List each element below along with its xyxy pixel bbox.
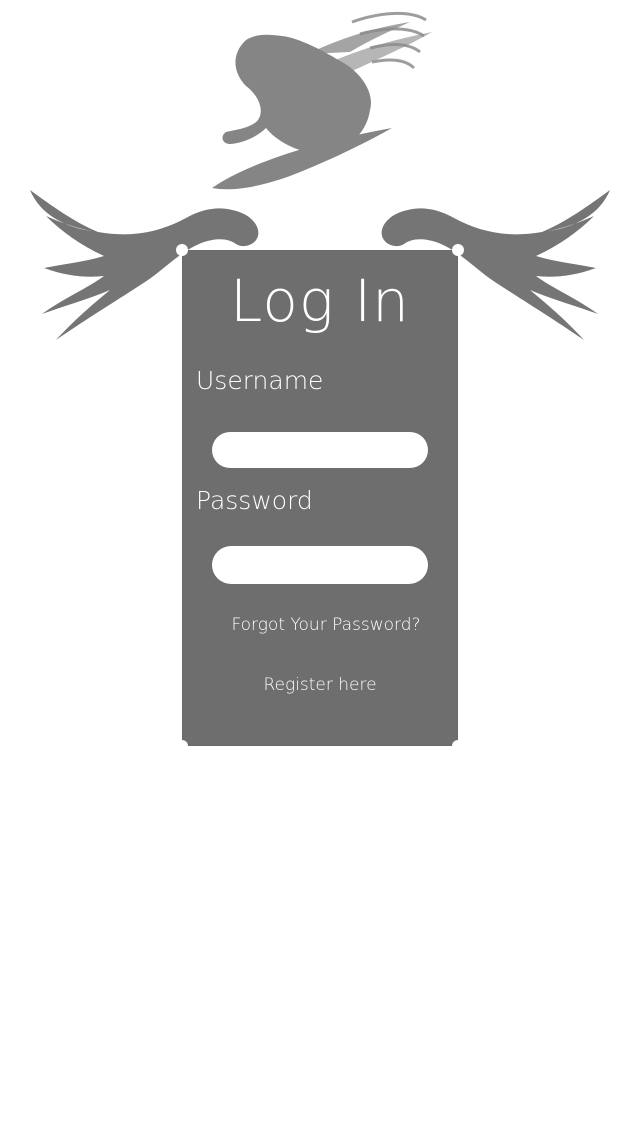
- wave-icon: [351, 11, 427, 70]
- username-input[interactable]: [212, 432, 428, 468]
- page-title: Log In: [230, 267, 410, 335]
- surfer-icon: [212, 22, 432, 190]
- register-link[interactable]: Register here: [182, 675, 458, 695]
- username-label: Username: [196, 366, 324, 395]
- password-input[interactable]: [212, 546, 428, 584]
- forgot-password-link[interactable]: Forgot Your Password?: [194, 615, 458, 635]
- login-card: Log In Username Password Forgot Your Pas…: [176, 244, 464, 752]
- password-label: Password: [196, 486, 313, 515]
